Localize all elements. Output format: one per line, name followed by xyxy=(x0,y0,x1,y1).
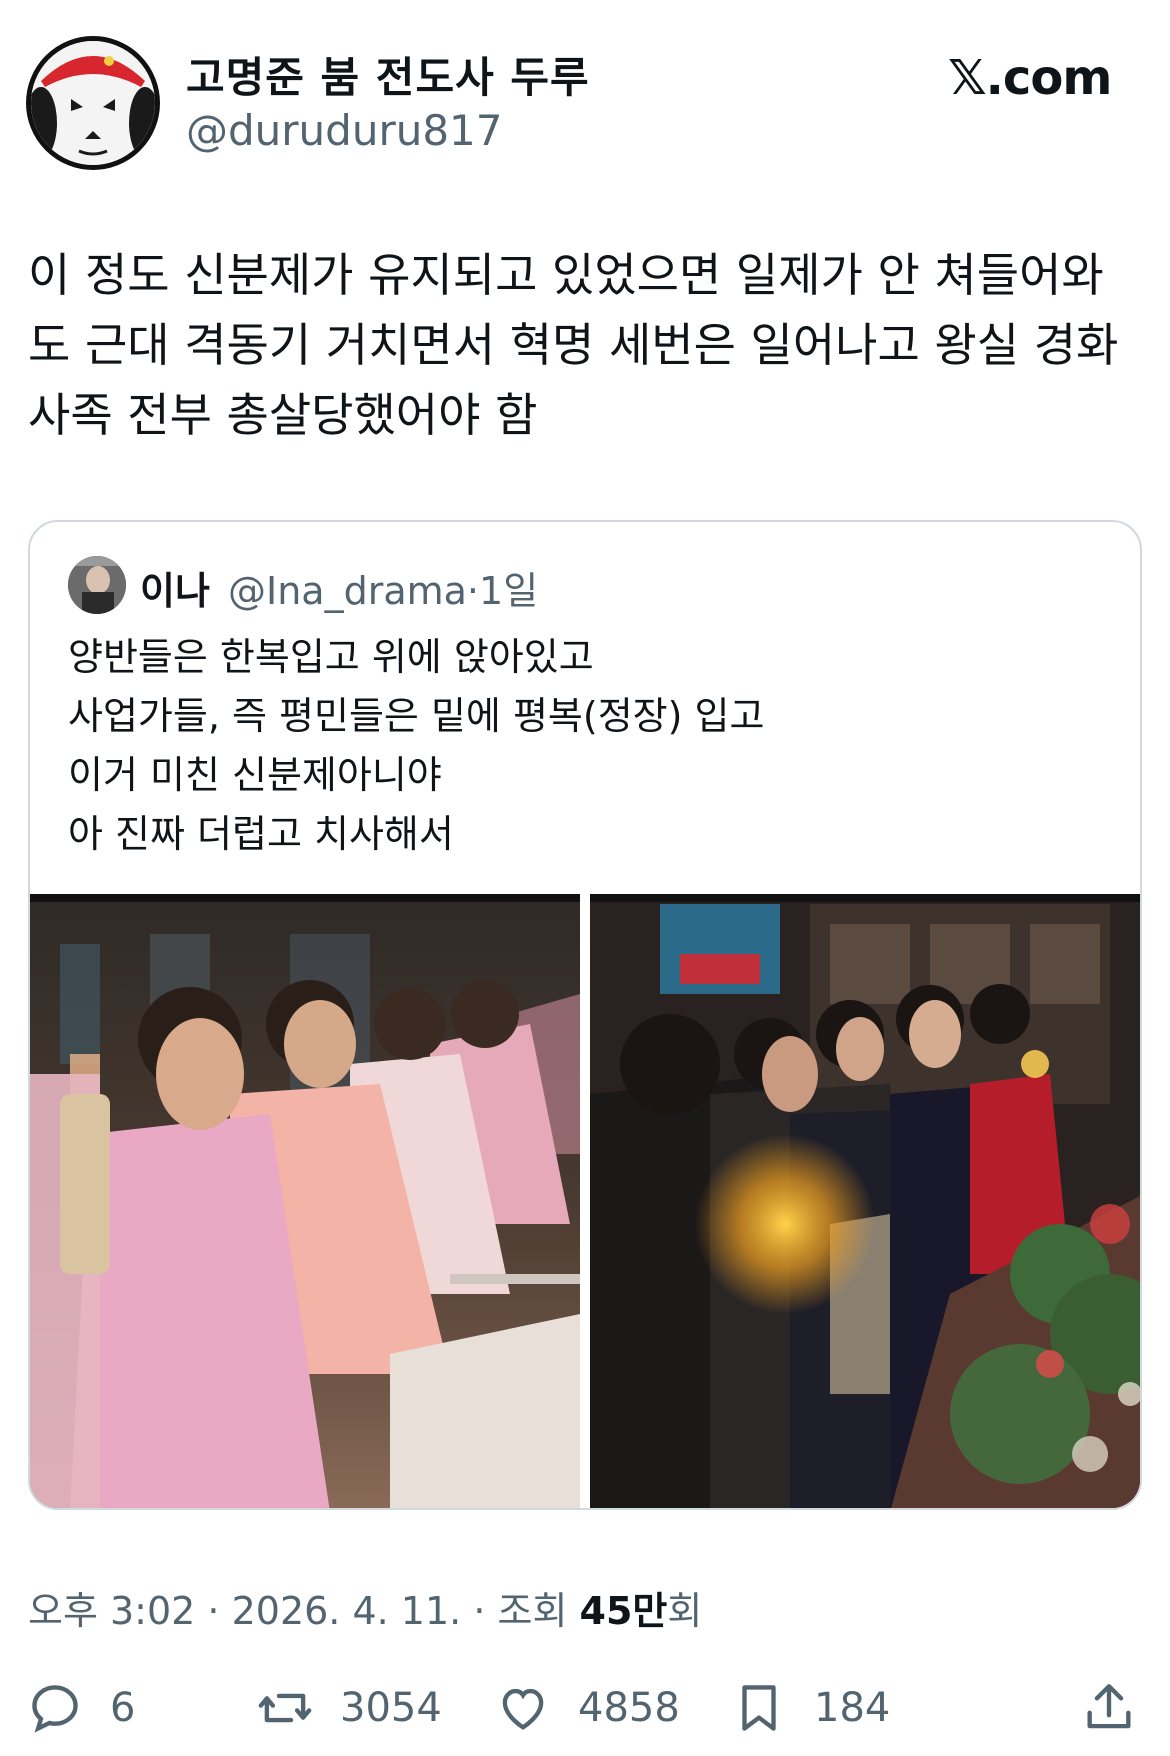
bookmark-button[interactable]: 184 xyxy=(730,1678,890,1738)
repost-button[interactable]: 3054 xyxy=(256,1678,442,1738)
views-count[interactable]: 45만 xyxy=(580,1589,668,1633)
like-count: 4858 xyxy=(578,1685,680,1731)
quoted-text: 양반들은 한복입고 위에 앉아있고 사업가들, 즉 평민들은 밑에 평복(정장)… xyxy=(68,628,1108,864)
quoted-line: 이거 미친 신분제아니야 xyxy=(68,753,442,797)
tweet-line: 이 정도 신분제가 유지되고 있었으면 일제가 안 쳐들어와 xyxy=(28,248,1104,302)
tweet-meta: 오후 3:02 · 2026. 4. 11. · 조회 45만회 xyxy=(28,1580,702,1635)
separator-dot: · xyxy=(195,1589,232,1633)
quoted-author-name[interactable]: 이나 xyxy=(140,560,210,615)
media-photo-1[interactable] xyxy=(30,894,580,1508)
reply-count: 6 xyxy=(110,1685,136,1731)
author-avatar[interactable] xyxy=(26,36,160,170)
share-button[interactable] xyxy=(1080,1678,1138,1738)
quoted-tweet[interactable]: 이나 @Ina_drama·1일 양반들은 한복입고 위에 앉아있고 사업가들,… xyxy=(28,520,1142,1510)
repost-count: 3054 xyxy=(340,1685,442,1731)
views-label: 조회 xyxy=(497,1589,568,1633)
separator-dot: · xyxy=(461,1589,498,1633)
reply-icon xyxy=(32,1685,78,1733)
author-display-name[interactable]: 고명준 붐 전도사 두루 xyxy=(186,44,590,105)
quoted-line: 사업가들, 즉 평민들은 밑에 평복(정장) 입고 xyxy=(68,694,765,738)
quoted-author-avatar[interactable] xyxy=(68,556,126,614)
quoted-handle-text: @Ina_drama xyxy=(228,569,467,613)
like-button[interactable]: 4858 xyxy=(494,1678,680,1738)
media-photo-2[interactable] xyxy=(590,894,1140,1508)
quoted-media xyxy=(30,894,1140,1508)
quoted-line: 양반들은 한복입고 위에 앉아있고 xyxy=(68,635,594,679)
quoted-age: 1일 xyxy=(479,569,539,613)
bookmark-count: 184 xyxy=(814,1685,891,1731)
separator-dot: · xyxy=(466,569,480,613)
action-bar: 6 3054 4858 184 xyxy=(0,1668,1170,1748)
tweet-text: 이 정도 신분제가 유지되고 있었으면 일제가 안 쳐들어와 도 근대 격동기 … xyxy=(28,240,1148,450)
site-label: 𝕏.com xyxy=(948,50,1112,106)
author-handle[interactable]: @duruduru817 xyxy=(186,106,503,155)
quoted-line: 아 진짜 더럽고 치사해서 xyxy=(68,812,454,856)
bookmark-icon xyxy=(742,1685,776,1731)
quoted-author-handle[interactable]: @Ina_drama·1일 xyxy=(228,560,538,615)
heart-icon xyxy=(502,1688,544,1730)
tweet-header: 고명준 붐 전도사 두루 @duruduru817 𝕏.com xyxy=(0,0,1170,190)
post-time[interactable]: 오후 3:02 xyxy=(28,1589,195,1633)
post-date[interactable]: 2026. 4. 11. xyxy=(232,1589,462,1633)
views-suffix: 회 xyxy=(667,1589,703,1633)
tweet-line: 도 근대 격동기 거치면서 혁명 세번은 일어나고 왕실 경화 xyxy=(28,318,1119,372)
share-icon xyxy=(1087,1684,1131,1729)
tweet-line: 사족 전부 총살당했어야 함 xyxy=(28,388,538,442)
reply-button[interactable]: 6 xyxy=(26,1678,135,1738)
repost-icon xyxy=(258,1693,312,1723)
